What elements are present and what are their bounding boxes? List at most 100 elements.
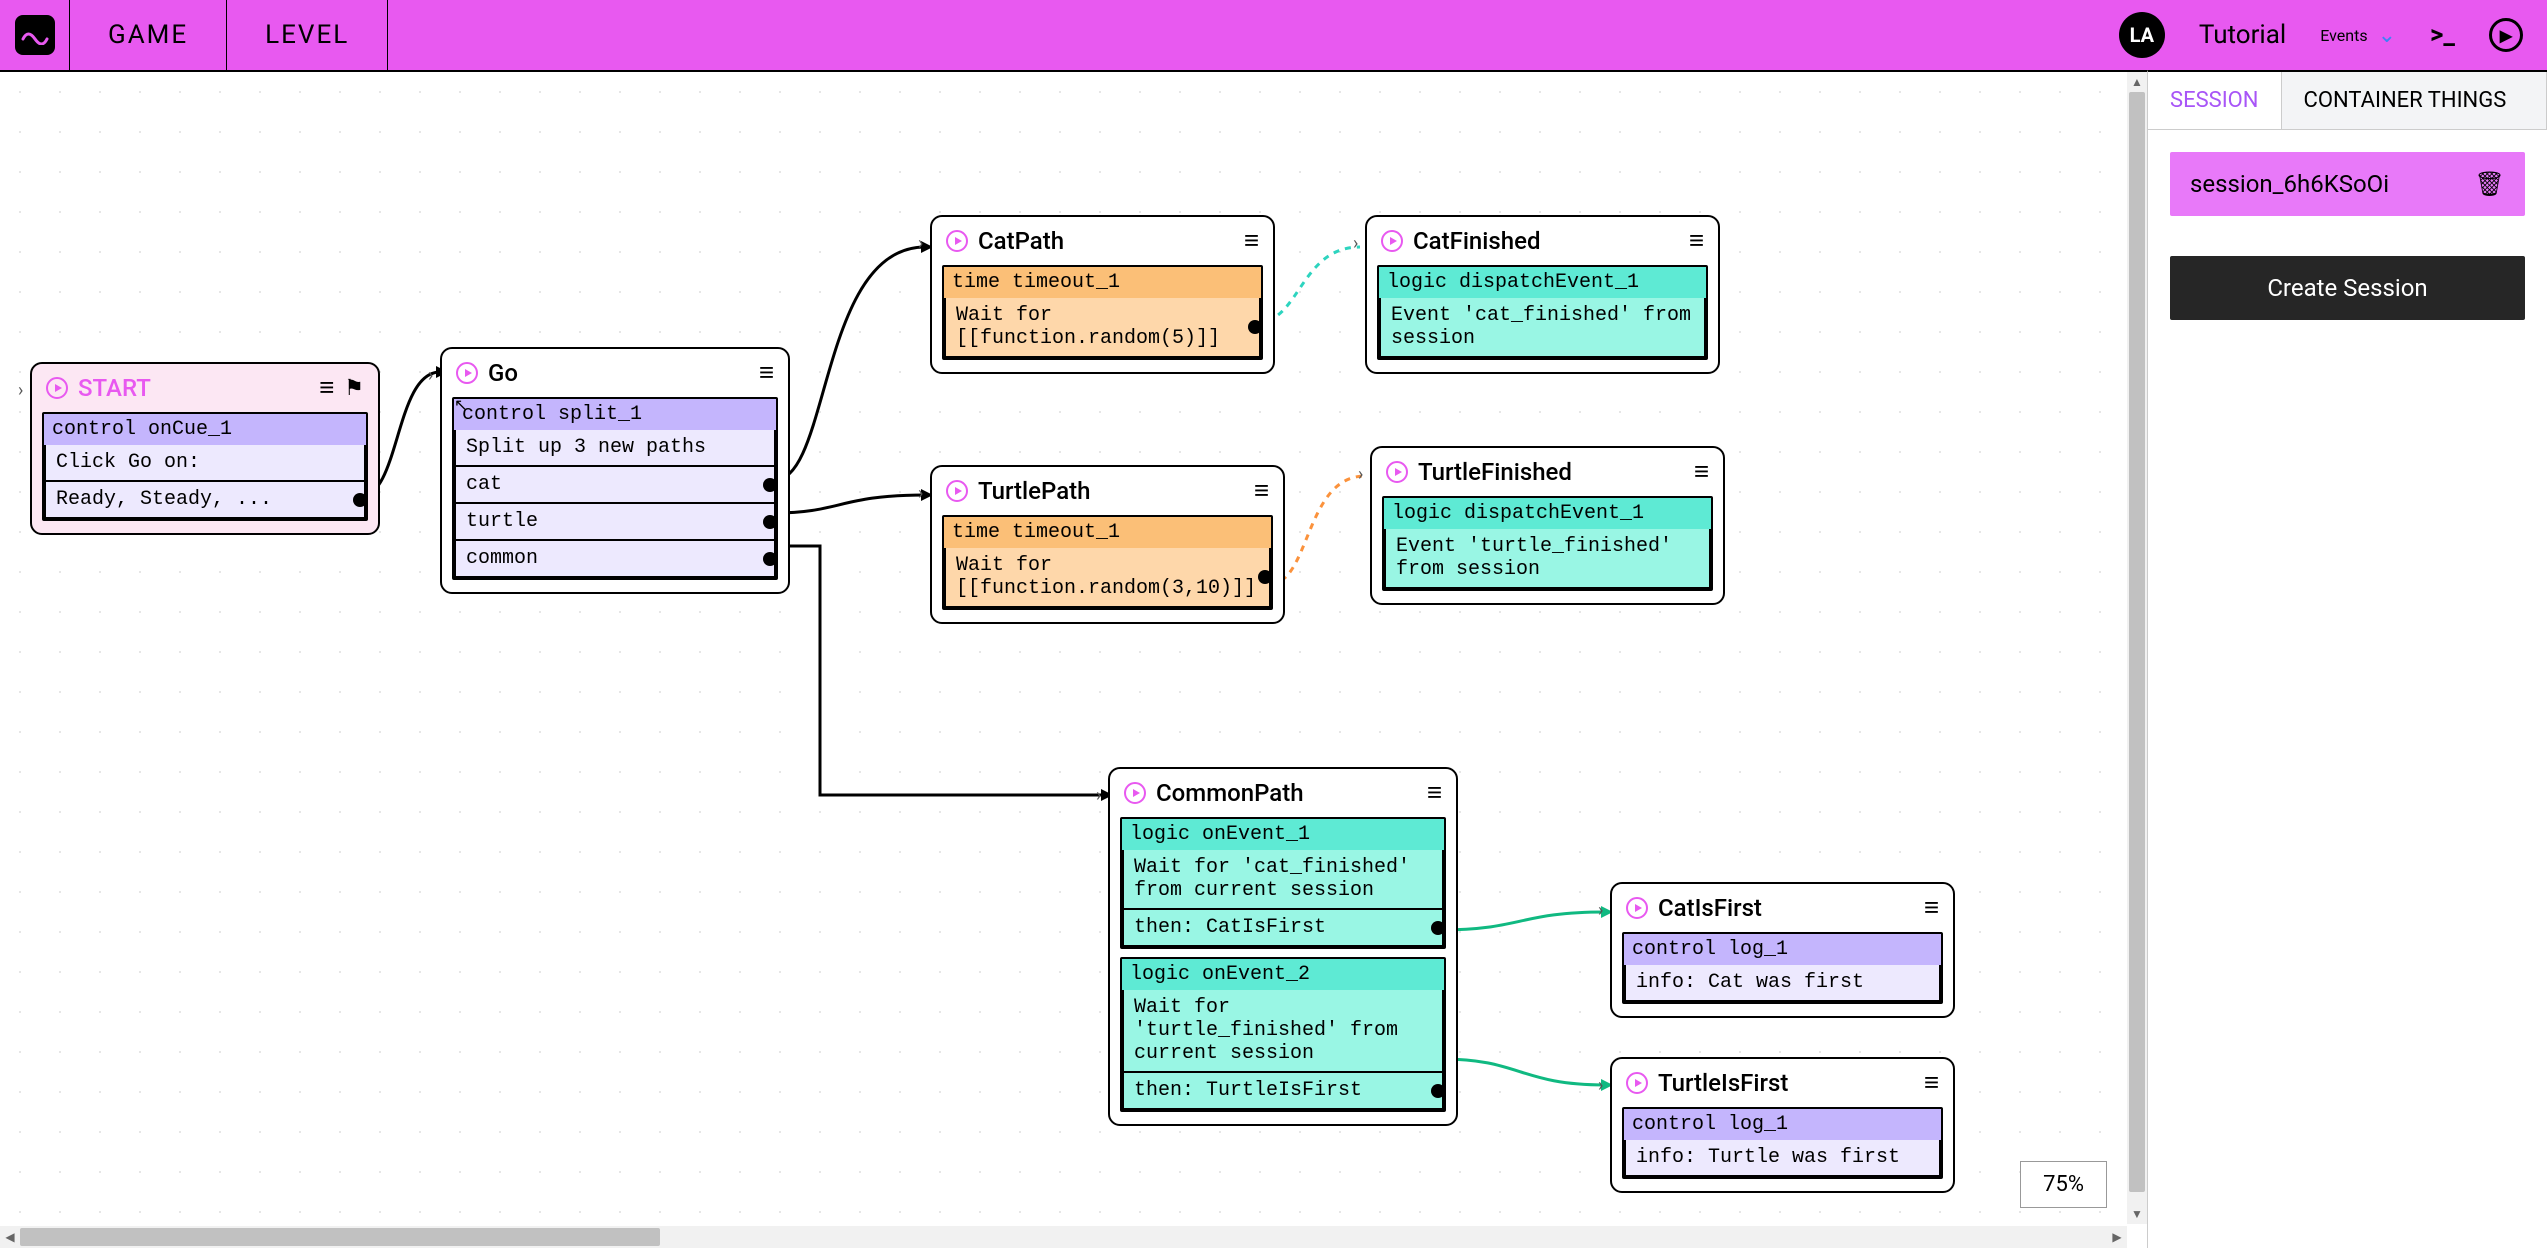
menu-icon[interactable]: ≡: [1254, 478, 1269, 504]
input-port[interactable]: ›: [1598, 1075, 1603, 1096]
node-catisfirst[interactable]: CatIsFirst ≡ control log_1 info: Cat was…: [1610, 882, 1955, 1018]
tab-game[interactable]: GAME: [70, 0, 227, 70]
events-dropdown[interactable]: Events ⌄: [2320, 23, 2396, 48]
play-icon: [46, 377, 68, 399]
play-icon: [456, 362, 478, 384]
input-port[interactable]: ›: [918, 233, 923, 254]
menu-icon[interactable]: ≡: [1924, 1070, 1939, 1096]
node-title: TurtlePath: [978, 477, 1090, 505]
menu-icon[interactable]: ≡: [1689, 228, 1704, 254]
menu-icon[interactable]: ≡: [1924, 895, 1939, 921]
input-port[interactable]: ›: [18, 380, 23, 401]
output-port[interactable]: [353, 493, 367, 507]
tab-level[interactable]: LEVEL: [227, 0, 388, 70]
zoom-indicator[interactable]: 75%: [2020, 1161, 2107, 1208]
input-port[interactable]: ›: [1358, 464, 1363, 485]
output-port[interactable]: [1431, 921, 1445, 935]
node-title: CatIsFirst: [1658, 894, 1762, 922]
block-log[interactable]: control log_1 info: Turtle was first: [1622, 1107, 1943, 1179]
node-turtlefinished[interactable]: TurtleFinished ≡ logic dispatchEvent_1 E…: [1370, 446, 1725, 605]
node-commonpath[interactable]: CommonPath ≡ logic onEvent_1 Wait for 'c…: [1108, 767, 1458, 1126]
horizontal-scrollbar[interactable]: ◀ ▶: [0, 1226, 2127, 1248]
node-catpath[interactable]: CatPath ≡ time timeout_1 Wait for [[func…: [930, 215, 1275, 374]
block-header: control split_1: [454, 399, 776, 430]
node-start[interactable]: START ≡ ⚑ control onCue_1 Click Go on: R…: [30, 362, 380, 535]
block-header: time timeout_1: [944, 517, 1271, 548]
menu-icon[interactable]: ≡: [1427, 780, 1442, 806]
top-bar: GAME LEVEL LA Tutorial Events ⌄ >_ ▶: [0, 0, 2547, 70]
output-port[interactable]: [763, 478, 777, 492]
block-onevent-1[interactable]: logic onEvent_1 Wait for 'cat_finished' …: [1120, 817, 1446, 949]
node-title: CatFinished: [1413, 227, 1540, 255]
output-port[interactable]: [1431, 1084, 1445, 1098]
scroll-up-arrow[interactable]: ▲: [2127, 72, 2147, 92]
link-tutorial[interactable]: Tutorial: [2199, 20, 2286, 50]
block-dispatch[interactable]: logic dispatchEvent_1 Event 'turtle_fini…: [1382, 496, 1713, 591]
block-body-line: Wait for [[function.random(5)]]: [944, 298, 1261, 358]
block-split[interactable]: control split_1 Split up 3 new paths cat…: [452, 397, 778, 580]
terminal-icon[interactable]: >_: [2430, 20, 2455, 50]
node-title: TurtleFinished: [1418, 458, 1572, 486]
input-port[interactable]: ›: [1598, 900, 1603, 921]
node-catfinished[interactable]: CatFinished ≡ logic dispatchEvent_1 Even…: [1365, 215, 1720, 374]
block-oncue[interactable]: control onCue_1 Click Go on: Ready, Stea…: [42, 412, 368, 521]
block-body-line: Wait for 'cat_finished' from current ses…: [1122, 850, 1444, 910]
block-onevent-2[interactable]: logic onEvent_2 Wait for 'turtle_finishe…: [1120, 957, 1446, 1112]
output-port[interactable]: [763, 552, 777, 566]
tab-session[interactable]: SESSION: [2148, 72, 2282, 129]
block-header: control log_1: [1624, 934, 1941, 965]
node-turtlepath[interactable]: TurtlePath ≡ time timeout_1 Wait for [[f…: [930, 465, 1285, 624]
block-header: logic dispatchEvent_1: [1379, 267, 1706, 298]
output-port[interactable]: [1248, 320, 1262, 334]
menu-icon[interactable]: ≡: [319, 375, 334, 401]
block-header: time timeout_1: [944, 267, 1261, 298]
input-port[interactable]: ›: [428, 365, 433, 386]
user-avatar[interactable]: LA: [2119, 12, 2165, 58]
block-header: control onCue_1: [44, 414, 366, 445]
block-header: logic onEvent_2: [1122, 959, 1444, 990]
sidebar-tabs: SESSION CONTAINER THINGS: [2148, 72, 2547, 130]
block-body-line: Split up 3 new paths: [454, 430, 776, 467]
block-body-line: Wait for 'turtle_finished' from current …: [1122, 990, 1444, 1073]
scroll-right-arrow[interactable]: ▶: [2107, 1226, 2127, 1248]
scroll-thumb[interactable]: [2129, 92, 2145, 1192]
block-body-line: Wait for [[function.random(3,10)]]: [944, 548, 1271, 608]
menu-icon[interactable]: ≡: [1244, 228, 1259, 254]
tab-container-things[interactable]: CONTAINER THINGS: [2282, 72, 2547, 129]
play-circle-icon[interactable]: ▶: [2489, 18, 2523, 52]
cursor-icon: ↖: [454, 395, 467, 414]
block-dispatch[interactable]: logic dispatchEvent_1 Event 'cat_finishe…: [1377, 265, 1708, 360]
logo-cell[interactable]: [0, 0, 70, 70]
block-header: control log_1: [1624, 1109, 1941, 1140]
block-timeout[interactable]: time timeout_1 Wait for [[function.rando…: [942, 515, 1273, 610]
output-port[interactable]: [763, 515, 777, 529]
split-output-common: common: [454, 541, 776, 578]
node-go[interactable]: Go ≡ ↖ control split_1 Split up 3 new pa…: [440, 347, 790, 594]
chevron-down-icon: ⌄: [2378, 23, 2396, 48]
block-timeout[interactable]: time timeout_1 Wait for [[function.rando…: [942, 265, 1263, 360]
block-line: Click Go on:: [44, 445, 366, 482]
input-port[interactable]: ›: [1353, 233, 1358, 254]
input-port[interactable]: ›: [1096, 785, 1101, 806]
node-title: CatPath: [978, 227, 1064, 255]
block-header: logic onEvent_1: [1122, 819, 1444, 850]
menu-icon[interactable]: ≡: [1694, 459, 1709, 485]
node-turtleisfirst[interactable]: TurtleIsFirst ≡ control log_1 info: Turt…: [1610, 1057, 1955, 1193]
block-log[interactable]: control log_1 info: Cat was first: [1622, 932, 1943, 1004]
block-then-line: then: TurtleIsFirst: [1122, 1073, 1444, 1110]
node-title: CommonPath: [1156, 779, 1304, 807]
play-icon: [1386, 461, 1408, 483]
session-row[interactable]: session_6h6KSoOi 🗑: [2170, 152, 2525, 216]
create-session-button[interactable]: Create Session: [2170, 256, 2525, 320]
scroll-thumb[interactable]: [20, 1228, 660, 1246]
canvas-area[interactable]: START ≡ ⚑ control onCue_1 Click Go on: R…: [0, 70, 2147, 1248]
input-port[interactable]: ›: [918, 483, 923, 504]
block-body-line: Event 'turtle_finished' from session: [1384, 529, 1711, 589]
scroll-left-arrow[interactable]: ◀: [0, 1226, 20, 1248]
flag-icon[interactable]: ⚑: [344, 376, 364, 401]
menu-icon[interactable]: ≡: [759, 360, 774, 386]
trash-icon[interactable]: 🗑: [2475, 170, 2505, 198]
output-port[interactable]: [1258, 570, 1272, 584]
scroll-down-arrow[interactable]: ▼: [2127, 1204, 2147, 1224]
vertical-scrollbar[interactable]: ▲ ▼: [2127, 72, 2147, 1224]
